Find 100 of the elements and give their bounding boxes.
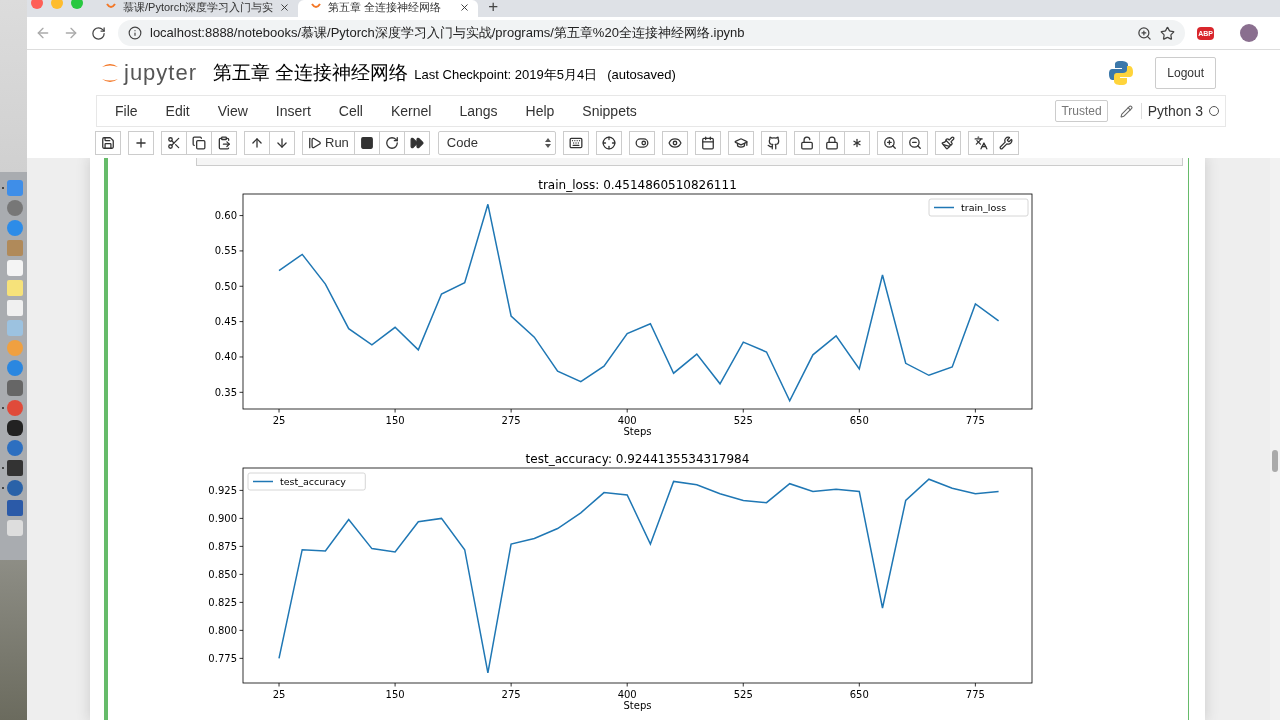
eye-button[interactable] bbox=[661, 130, 688, 155]
info-icon bbox=[128, 26, 142, 40]
checkpoint-text: Last Checkpoint: 2019年5月4日 bbox=[414, 65, 598, 84]
run-button[interactable]: Run bbox=[302, 130, 355, 155]
notebook-title[interactable]: 第五章 全连接神经网络 bbox=[213, 59, 409, 86]
lock-button[interactable] bbox=[818, 130, 845, 155]
tick-label: 0.40 bbox=[214, 351, 237, 363]
scroll-thumb[interactable] bbox=[1272, 450, 1278, 472]
toggle-icon bbox=[634, 135, 649, 150]
app-icon[interactable] bbox=[7, 420, 23, 436]
paste-icon bbox=[217, 135, 231, 150]
browser-tab[interactable]: 慕课/Pytorch深度学习入门与实 bbox=[93, 0, 299, 17]
brush-icon bbox=[940, 135, 955, 150]
address-field[interactable]: localhost:8888/notebooks/慕课/Pytorch深度学习入门与实战/programs/第五章%20全连接神经网络.ipynb bbox=[118, 20, 1186, 46]
asterisk-button[interactable] bbox=[843, 130, 870, 155]
trusted-indicator[interactable]: Trusted bbox=[1055, 100, 1108, 122]
calendar-button[interactable] bbox=[694, 130, 721, 155]
menu-item[interactable]: View bbox=[203, 103, 262, 119]
axis-label: Steps bbox=[623, 426, 652, 437]
browser-tab[interactable]: 第五章 全连接神经网络 bbox=[298, 0, 479, 17]
tick-label: 25 bbox=[272, 415, 286, 426]
scissors-button[interactable] bbox=[161, 130, 187, 155]
tick-label: 0.55 bbox=[214, 245, 237, 257]
tick-label: 150 bbox=[385, 689, 405, 700]
restart-button[interactable] bbox=[378, 130, 405, 155]
chart-title: train_loss: 0.4514860510826111 bbox=[538, 178, 737, 192]
menu-item[interactable]: Help bbox=[511, 103, 569, 119]
new-tab-button[interactable]: + bbox=[478, 0, 509, 17]
unlocked-icon bbox=[799, 135, 814, 150]
zoom-icon[interactable] bbox=[1137, 25, 1153, 41]
tick-label: 25 bbox=[272, 689, 286, 700]
url-text: localhost:8888/notebooks/慕课/Pytorch深度学习入门与实战/programs/第五章%20全连接神经网络.ipynb bbox=[150, 24, 746, 42]
keyboard-icon bbox=[568, 135, 583, 150]
scissors-icon bbox=[167, 135, 181, 150]
tick-label: 0.900 bbox=[208, 512, 237, 524]
stop-button[interactable] bbox=[353, 130, 380, 155]
chart-title: test_accuracy: 0.9244135534317984 bbox=[525, 452, 750, 466]
calendar-icon bbox=[700, 135, 715, 150]
down-arrow-icon bbox=[275, 135, 289, 150]
restart-icon bbox=[384, 135, 399, 150]
step-icon bbox=[308, 135, 322, 150]
legend-swatch bbox=[933, 206, 955, 209]
pencil-icon[interactable] bbox=[1119, 104, 1133, 118]
tick-label: 0.825 bbox=[208, 596, 237, 608]
brush-button[interactable] bbox=[934, 130, 961, 155]
menu-item[interactable]: File bbox=[101, 103, 152, 119]
tick-label: 275 bbox=[501, 415, 521, 426]
tick-label: 775 bbox=[965, 415, 985, 426]
up-arrow-button[interactable] bbox=[244, 130, 270, 155]
tick-label: 400 bbox=[617, 415, 637, 426]
kernel-name: Python 3 bbox=[1140, 103, 1203, 119]
zoom-out-button[interactable] bbox=[901, 130, 928, 155]
tick-label: 0.60 bbox=[214, 210, 237, 222]
fast-forward-icon bbox=[409, 135, 424, 150]
fast-forward-button[interactable] bbox=[403, 130, 430, 155]
tick-label: 275 bbox=[501, 689, 521, 700]
close-icon[interactable] bbox=[279, 1, 291, 13]
save-button[interactable] bbox=[95, 130, 121, 155]
menu-item[interactable]: Edit bbox=[151, 103, 204, 119]
github-button[interactable] bbox=[760, 130, 787, 155]
stepper-icon bbox=[544, 137, 551, 148]
star-icon[interactable] bbox=[1160, 25, 1176, 41]
zoom-out-icon bbox=[907, 135, 922, 150]
zoom-in-button[interactable] bbox=[876, 130, 903, 155]
wrench-button[interactable] bbox=[992, 130, 1019, 155]
tick-label: 525 bbox=[733, 415, 753, 426]
tick-label: 0.875 bbox=[208, 540, 237, 552]
legend-label: train_loss bbox=[961, 202, 1007, 213]
toggle-button[interactable] bbox=[628, 130, 655, 155]
copy-button[interactable] bbox=[186, 130, 212, 155]
graduation-cap-button[interactable] bbox=[727, 130, 754, 155]
scrollbar[interactable] bbox=[1270, 158, 1280, 720]
down-arrow-button[interactable] bbox=[269, 130, 295, 155]
copy-icon bbox=[192, 135, 206, 150]
paste-button[interactable] bbox=[211, 130, 237, 155]
translate-icon bbox=[973, 135, 988, 150]
eye-icon bbox=[667, 135, 682, 150]
python-logo-icon bbox=[1107, 58, 1136, 87]
tab-title: 第五章 全连接神经网络 bbox=[328, 0, 443, 15]
tab-title: 慕课/Pytorch深度学习入门与实 bbox=[123, 0, 274, 15]
tick-label: 0.50 bbox=[214, 280, 237, 292]
tick-label: 0.850 bbox=[208, 568, 237, 580]
menu-item[interactable]: Cell bbox=[324, 103, 377, 119]
unlocked-button[interactable] bbox=[793, 130, 820, 155]
graduation-cap-icon bbox=[733, 135, 748, 150]
plus-button[interactable] bbox=[128, 130, 154, 155]
avatar[interactable] bbox=[1240, 24, 1258, 42]
keyboard-button[interactable] bbox=[562, 130, 589, 155]
save-icon bbox=[101, 135, 115, 150]
cell-type-select[interactable]: Code bbox=[437, 130, 556, 155]
menu-item[interactable]: Snippets bbox=[568, 103, 651, 119]
crosshair-button[interactable] bbox=[595, 130, 622, 155]
menu-item[interactable]: Kernel bbox=[376, 103, 446, 119]
menu-item[interactable]: Insert bbox=[261, 103, 325, 119]
menu-item[interactable]: Langs bbox=[445, 103, 512, 119]
notebook-cell[interactable] bbox=[104, 158, 1189, 720]
logout-button[interactable]: Logout bbox=[1155, 56, 1216, 89]
translate-button[interactable] bbox=[967, 130, 994, 155]
reload-icon[interactable] bbox=[91, 25, 106, 41]
close-icon[interactable] bbox=[459, 1, 471, 13]
